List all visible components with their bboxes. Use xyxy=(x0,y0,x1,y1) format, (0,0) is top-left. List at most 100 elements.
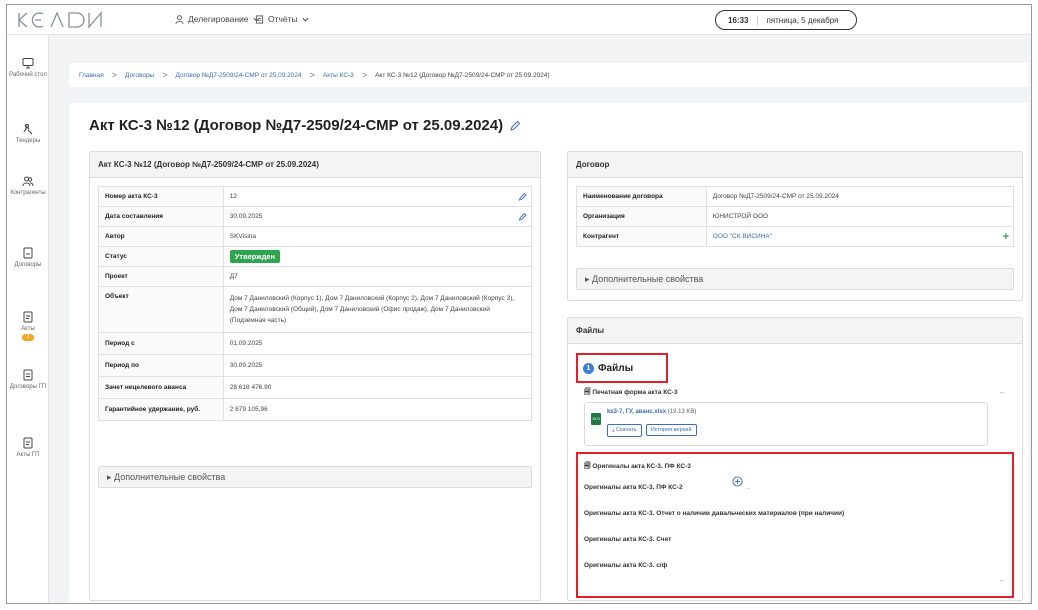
chevron-down-icon xyxy=(302,17,309,22)
additional-properties-label: Дополнительные свойства xyxy=(114,472,226,482)
table-row: Организация ЮНИСТРОЙ ООО xyxy=(576,206,1015,227)
act-properties-table: Номер акта КС-3 12 Дата составления 30.0… xyxy=(98,186,533,421)
delegation-menu[interactable]: Делегирование xyxy=(175,14,260,24)
files-group-title[interactable]: 1 Файлы xyxy=(583,363,633,374)
table-row: Дата составления 30.09.2025 xyxy=(98,206,533,227)
page-title: Акт КС-3 №12 (Договор №Д7-2509/24-СМР от… xyxy=(89,117,521,134)
prop-label: Проект xyxy=(98,266,224,287)
files-card: Файлы 1 Файлы 🗐 Печатная форма акта КС-3… xyxy=(567,317,1023,601)
prop-label: Зачет нецелевого аванса xyxy=(98,376,224,399)
edit-pencil-icon[interactable] xyxy=(518,212,527,221)
file-size: (19.13 KB) xyxy=(667,409,697,415)
edit-pencil-icon[interactable] xyxy=(509,120,521,132)
chevron-down-icon[interactable]: ⌄ xyxy=(746,484,751,491)
sidebar-item-label: Договоры ГП xyxy=(9,384,47,390)
xlsx-file-icon: XLS xyxy=(591,413,601,425)
print-form-title: Печатная форма акта КС-3 xyxy=(592,389,678,396)
top-bar: Делегирование Отчёты 16:33 пятница, 5 де… xyxy=(7,5,1031,35)
download-label: Скачать xyxy=(615,427,637,433)
table-row: Период по 30.09.2025 xyxy=(98,354,533,377)
reports-label: Отчёты xyxy=(268,14,298,24)
prop-label: Номер акта КС-3 xyxy=(98,186,224,207)
acts-count-badge: 2 xyxy=(22,334,34,341)
breadcrumb-home[interactable]: Главная xyxy=(79,72,104,79)
sidebar-item-contractors[interactable]: Контрагенты xyxy=(7,175,49,196)
breadcrumb-contract[interactable]: Договор №Д7-2509/24-СМР от 25.09.2024 xyxy=(176,72,302,79)
table-row: Период с 01.09.2025 xyxy=(98,332,533,355)
act-number-value: 12 xyxy=(222,186,533,207)
breadcrumb: Главная > Договоры > Договор №Д7-2509/24… xyxy=(69,63,1029,87)
author-link[interactable]: SKVisina xyxy=(222,226,533,247)
app-window: Делегирование Отчёты 16:33 пятница, 5 де… xyxy=(6,4,1032,604)
clock-pill: 16:33 пятница, 5 декабря xyxy=(715,10,857,30)
contract-additional-properties[interactable]: ▸ Дополнительные свойства xyxy=(576,268,1014,290)
sidebar-item-acts[interactable]: Акты 2 xyxy=(7,311,49,341)
add-icon[interactable]: + xyxy=(1003,231,1009,243)
desktop-icon xyxy=(22,58,34,69)
breadcrumb-separator: > xyxy=(111,70,118,80)
sidebar-item-label: Акты ГП xyxy=(16,452,40,458)
gp-acts-icon xyxy=(23,437,33,449)
act-additional-properties[interactable]: ▸ Дополнительные свойства xyxy=(98,466,532,488)
prop-label: Гарантийное удержание, руб. xyxy=(98,398,224,421)
project-link[interactable]: Д7 xyxy=(222,266,533,287)
prop-label: Автор xyxy=(98,226,224,247)
contractors-icon xyxy=(22,176,34,187)
collapse-icon[interactable]: – xyxy=(1000,388,1004,397)
prop-value: 30.09.2025 xyxy=(229,213,263,220)
reports-menu[interactable]: Отчёты xyxy=(255,14,309,24)
counterparty-link[interactable]: ООО "СК ВИСИНА" xyxy=(713,233,772,240)
sidebar-item-gp-acts[interactable]: Акты ГП xyxy=(7,437,49,458)
collapse-icon[interactable]: – xyxy=(1000,576,1004,585)
status-cell: Утвержден xyxy=(222,246,533,267)
contract-name-link[interactable]: Договор №Д7-2509/24-СМР от 25.09.2024 xyxy=(705,186,1015,207)
retention-value: 2 879 105.96 xyxy=(222,398,533,421)
sidebar-item-contracts[interactable]: Договоры xyxy=(7,247,49,268)
sidebar-item-gp-contracts[interactable]: Договоры ГП xyxy=(7,369,49,390)
sidebar-item-label: Контрагенты xyxy=(10,190,46,196)
report-icon xyxy=(255,14,264,24)
contract-card-title: Договор xyxy=(568,152,1022,178)
user-icon xyxy=(175,14,184,24)
print-form-file: XLS ks3-7, ГУ, аванс.xlsx (19.13 KB) ⤓ С… xyxy=(584,402,988,446)
file-name-row: ks3-7, ГУ, аванс.xlsx (19.13 KB) xyxy=(607,409,696,415)
table-row: Статус Утвержден xyxy=(98,246,533,267)
additional-properties-label: Дополнительные свойства xyxy=(592,274,704,284)
sidebar: Рабочий стол Тендеры Контрагенты Договор… xyxy=(7,35,49,603)
prop-label: Объект xyxy=(98,286,224,333)
version-history-button[interactable]: История версий xyxy=(645,424,697,436)
page-title-text: Акт КС-3 №12 (Договор №Д7-2509/24-СМР от… xyxy=(89,117,504,134)
originals-header: 🗐 Оригиналы акта КС-3. ПФ КС-3 xyxy=(584,463,691,470)
breadcrumb-acts[interactable]: Акты КС-3 xyxy=(323,72,354,79)
table-row: Гарантийное удержание, руб. 2 879 105.96 xyxy=(98,398,533,421)
sidebar-item-tenders[interactable]: Тендеры xyxy=(7,123,49,144)
add-file-icon[interactable] xyxy=(732,476,743,487)
contract-card: Договор Наименование договора Договор №Д… xyxy=(567,151,1023,301)
prop-label: Контрагент xyxy=(576,226,707,247)
act-date-value: 30.09.2025 xyxy=(222,206,533,227)
edit-pencil-icon[interactable] xyxy=(518,192,527,201)
highlight-box xyxy=(576,452,1014,598)
period-to-value: 30.09.2025 xyxy=(222,354,533,377)
prop-label: Период с xyxy=(98,332,224,355)
breadcrumb-separator: > xyxy=(309,70,315,80)
tenders-icon xyxy=(23,124,33,135)
download-button[interactable]: ⤓ Скачать xyxy=(607,424,642,437)
clock-time: 16:33 xyxy=(728,15,749,25)
print-form-section: 🗐 Печатная форма акта КС-3 xyxy=(584,389,678,396)
file-name-link[interactable]: ks3-7, ГУ, аванс.xlsx xyxy=(607,409,666,415)
organization-value: ЮНИСТРОЙ ООО xyxy=(705,206,1015,227)
app-logo[interactable] xyxy=(17,11,117,34)
breadcrumb-contracts[interactable]: Договоры xyxy=(125,72,154,79)
sidebar-item-desktop[interactable]: Рабочий стол xyxy=(7,57,49,78)
contracts-icon xyxy=(23,247,33,259)
table-row: Зачет нецелевого аванса 28 618 476.90 xyxy=(98,376,533,399)
sidebar-item-label: Договоры xyxy=(14,262,42,268)
table-row: Наименование договора Договор №Д7-2509/2… xyxy=(576,186,1015,207)
table-row: Автор SKVisina xyxy=(98,226,533,247)
files-card-title: Файлы xyxy=(568,318,1022,344)
kodi-logo-icon xyxy=(18,11,102,29)
prop-label: Период по xyxy=(98,354,224,377)
breadcrumb-current: Акт КС-3 №12 (Договор №Д7-2509/24-СМР от… xyxy=(375,71,550,79)
clock-date: пятница, 5 декабря xyxy=(757,15,838,25)
